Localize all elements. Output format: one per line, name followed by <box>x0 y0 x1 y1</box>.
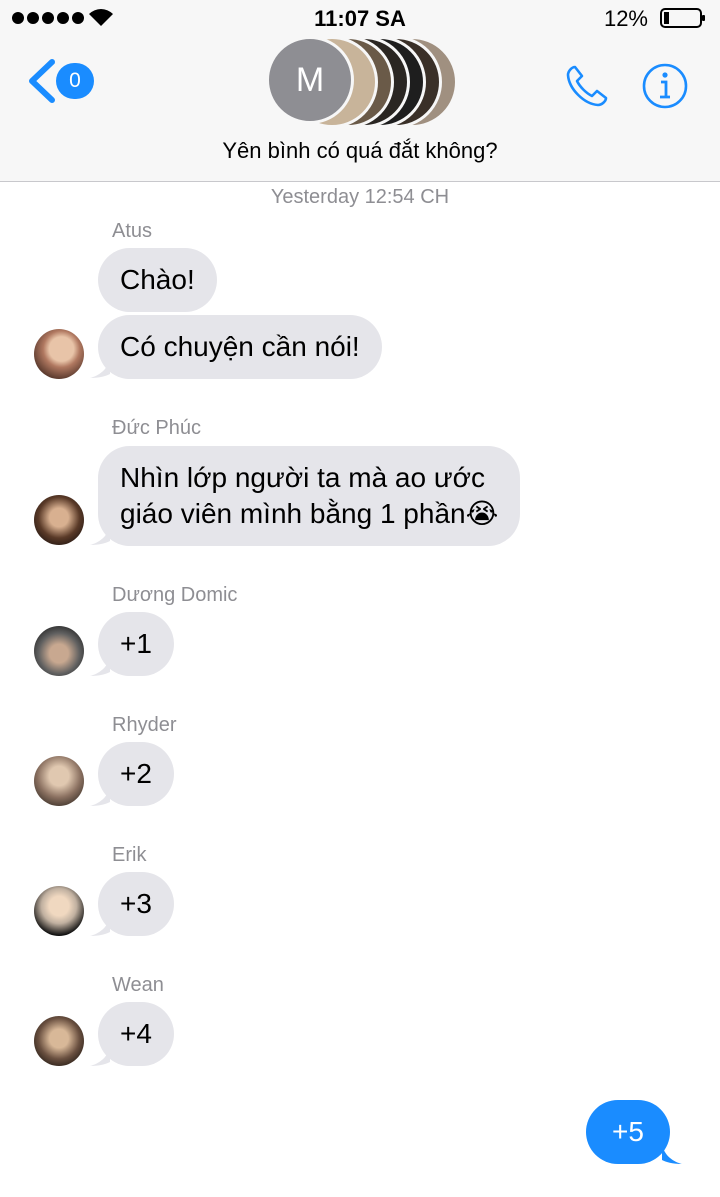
sender-name: Erik <box>112 844 147 866</box>
message-line: giáo viên mình bằng 1 phần😭 <box>120 498 499 529</box>
bubble-tail <box>90 525 110 545</box>
bubble-tail <box>90 656 110 676</box>
bubble-tail <box>662 1144 682 1164</box>
battery-percent: 12% <box>603 6 648 31</box>
avatar[interactable] <box>34 329 84 379</box>
sender-name: Đức Phúc <box>112 417 201 439</box>
bubble-tail <box>90 786 110 806</box>
battery-icon <box>660 8 705 28</box>
bubble-tail <box>90 916 110 936</box>
message-bubble[interactable]: Nhìn lớp người ta mà ao ước giáo viên mì… <box>98 446 521 546</box>
status-bar: 11:07 SA 12% <box>0 0 720 36</box>
bubble-tail <box>90 358 110 378</box>
chevron-left-icon <box>29 59 55 103</box>
sender-name: Wean <box>112 974 164 996</box>
unread-badge: 0 <box>56 63 94 99</box>
outgoing-bubble[interactable]: +5 <box>586 1100 670 1164</box>
avatar[interactable] <box>34 1016 84 1066</box>
sender-name: Rhyder <box>112 714 177 736</box>
avatar[interactable] <box>34 495 84 545</box>
back-button[interactable]: 0 <box>26 58 96 104</box>
timestamp: Yesterday 12:54 CH <box>270 186 450 208</box>
avatar[interactable] <box>34 756 84 806</box>
group-avatar[interactable]: M <box>262 32 458 128</box>
message-bubble[interactable]: Có chuyện cần nói! <box>98 315 382 379</box>
message-line: Nhìn lớp người ta mà ao ước <box>120 462 485 493</box>
avatar[interactable] <box>34 626 84 676</box>
message-bubble[interactable]: Chào! <box>98 248 217 312</box>
sender-name: Dương Domic <box>112 584 238 606</box>
avatar[interactable] <box>34 886 84 936</box>
sender-name: Atus <box>112 220 153 242</box>
bubble-tail <box>90 1046 110 1066</box>
chat-header: 11:07 SA 12% 0 M Yên bình có quá đắt khô… <box>0 0 720 182</box>
group-name[interactable]: Yên bình có quá đắt không? <box>0 138 720 164</box>
avatar-initial: M <box>266 36 354 124</box>
info-icon[interactable] <box>641 62 689 110</box>
phone-icon[interactable] <box>563 62 611 110</box>
